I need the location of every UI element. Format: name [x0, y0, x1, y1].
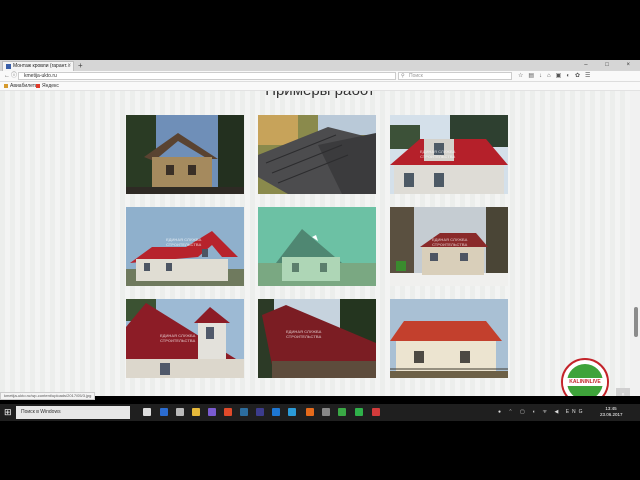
- bookmark-item[interactable]: Авиабилеты: [4, 82, 39, 90]
- taskview-icon[interactable]: [143, 408, 151, 416]
- bookmarks-bar: Авиабилеты Яндекс: [0, 82, 640, 91]
- browser-tab-bar: Монтаж кровли (гарант... × + – □ ×: [0, 60, 640, 71]
- bookmark-icon: [4, 83, 8, 88]
- logo-text: KALININLIVE: [563, 378, 607, 386]
- kalininlive-logo[interactable]: KALININLIVE: [561, 358, 609, 396]
- gallery-image-4[interactable]: ЕДИНАЯ СЛУЖБА СТРОИТЕЛЬСТВА: [126, 207, 244, 286]
- gallery-image-8[interactable]: ЕДИНАЯ СЛУЖБА СТРОИТЕЛЬСТВА: [258, 299, 376, 378]
- search-input[interactable]: ⚲ Поиск: [398, 72, 512, 80]
- page-scrollbar-thumb[interactable]: [634, 307, 638, 337]
- windows-search-placeholder: Поиск в Windows: [21, 409, 61, 415]
- scroll-to-top-button[interactable]: ↑: [616, 388, 630, 396]
- window-controls[interactable]: – □ ×: [584, 60, 638, 71]
- yandex-icon: [36, 83, 40, 88]
- app-icon[interactable]: [208, 408, 216, 416]
- watermark-text: СТРОИТЕЛЬСТВА: [432, 242, 468, 247]
- search-placeholder: Поиск: [409, 73, 423, 79]
- gallery-image-9[interactable]: [390, 299, 508, 378]
- calculator-icon[interactable]: [176, 408, 184, 416]
- browser-tab[interactable]: Монтаж кровли (гарант... ×: [2, 61, 74, 71]
- windows-search-input[interactable]: Поиск в Windows: [16, 406, 130, 419]
- gallery-image-2[interactable]: [258, 115, 376, 194]
- new-tab-button[interactable]: +: [78, 60, 83, 71]
- app-icon[interactable]: [322, 408, 330, 416]
- back-arrow-icon[interactable]: ←: [4, 71, 10, 81]
- gallery-image-3[interactable]: ЕДИНАЯ СЛУЖБА СТРОИТЕЛЬСТВА: [390, 115, 508, 194]
- tab-title: Монтаж кровли (гарант...: [13, 63, 71, 69]
- premiere-icon[interactable]: [256, 408, 264, 416]
- app-icon[interactable]: [372, 408, 380, 416]
- windows-taskbar: ⊞ Поиск в Windows ● ⌃ ▢ ◖ ᯤ ◀ ENG 13:45 …: [0, 404, 640, 421]
- address-url: kmetija-ukto.ru: [24, 73, 57, 79]
- page-content: Примеры работ: [0, 91, 640, 396]
- bookmark-item[interactable]: Яндекс: [36, 82, 59, 90]
- ie-icon[interactable]: [288, 408, 296, 416]
- info-icon[interactable]: ⓘ: [11, 71, 17, 81]
- watermark-text: СТРОИТЕЛЬСТВА: [166, 242, 202, 247]
- toolbar-icons[interactable]: ☆▤↓⌂▣◐✿☰: [518, 71, 595, 81]
- page-scrollbar[interactable]: [630, 91, 640, 396]
- photoshop-icon[interactable]: [240, 408, 248, 416]
- watermark-text: СТРОИТЕЛЬСТВА: [420, 154, 456, 159]
- search-icon: ⚲: [401, 73, 405, 79]
- camtasia-icon[interactable]: [355, 408, 363, 416]
- chrome-icon[interactable]: [338, 408, 346, 416]
- firefox-icon[interactable]: [306, 408, 314, 416]
- edge-icon[interactable]: [272, 408, 280, 416]
- tab-close-icon[interactable]: ×: [67, 62, 71, 71]
- windows-start-icon[interactable]: ⊞: [4, 408, 12, 417]
- explorer-icon[interactable]: [192, 408, 200, 416]
- address-bar[interactable]: kmetija-ukto.ru: [18, 72, 396, 80]
- section-heading: Примеры работ: [0, 91, 640, 99]
- gallery-image-6[interactable]: ЕДИНАЯ СЛУЖБА СТРОИТЕЛЬСТВА: [390, 207, 508, 286]
- acrobat-icon[interactable]: [224, 408, 232, 416]
- watermark-text: СТРОИТЕЛЬСТВА: [286, 334, 322, 339]
- gallery-image-5[interactable]: [258, 207, 376, 286]
- watermark-text: СТРОИТЕЛЬСТВА: [160, 338, 196, 343]
- system-tray[interactable]: ● ⌃ ▢ ◖ ᯤ ◀ ENG: [498, 404, 586, 421]
- site-favicon-icon: [6, 64, 11, 69]
- store-icon[interactable]: [160, 408, 168, 416]
- navigation-bar: ← ⓘ kmetija-ukto.ru ⚲ Поиск ☆▤↓⌂▣◐✿☰: [0, 71, 640, 82]
- status-bar-url: kmetija-ukto.ru/wp-content/uploads/2017/…: [0, 392, 96, 400]
- gallery-image-7[interactable]: ЕДИНАЯ СЛУЖБА СТРОИТЕЛЬСТВА: [126, 299, 244, 378]
- gallery-image-1[interactable]: [126, 115, 244, 194]
- system-clock[interactable]: 13:45 23.06.2017: [600, 406, 623, 418]
